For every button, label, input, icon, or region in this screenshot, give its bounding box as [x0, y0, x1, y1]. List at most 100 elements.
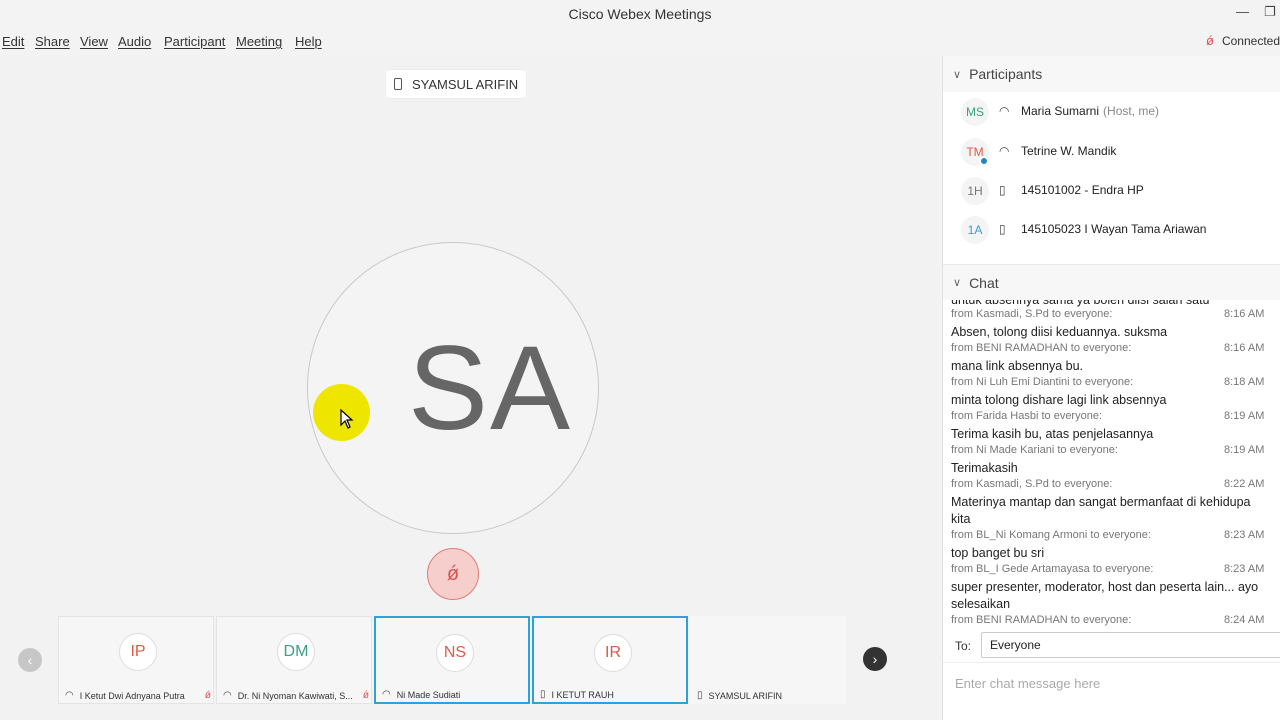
chat-sender: from BL_Ni Komang Armoni to everyone: [951, 529, 1151, 541]
menu-help[interactable]: Help [295, 34, 322, 49]
thumbnail-avatar: NS [436, 634, 474, 672]
participant-name: 145101002 - Endra HP [1021, 183, 1144, 197]
participant-avatar: 1A [961, 216, 989, 244]
connection-status: ǿ Connected [1206, 33, 1280, 48]
chevron-left-icon: ‹ [27, 652, 33, 668]
menu-audio[interactable]: Audio [118, 34, 151, 49]
phone-icon: ▯ [999, 222, 1006, 236]
chat-sender: from Ni Made Kariani to everyone: [951, 444, 1118, 456]
chat-text: mana link absennya bu. [951, 359, 1084, 373]
headset-icon: ◠ [999, 104, 1010, 118]
muted-mic-icon: ǿ [446, 562, 460, 585]
chat-input-area [943, 662, 1280, 720]
chat-text: Terimakasih [951, 461, 1018, 475]
chat-to-label: To: [955, 639, 972, 653]
chat-message: from Kasmadi, S.Pd to everyone: 8:22 AM M… [951, 478, 1279, 528]
title-bar: Cisco Webex Meetings — ❐ [0, 0, 1280, 28]
participant-row[interactable]: TM ◠ Tetrine W. Mandik [943, 132, 1280, 172]
muted-mic-icon: ǿ [362, 690, 369, 701]
participant-thumbnails: IP ◠ I Ketut Dwi Adnyana Putra ǿ DM ◠ Dr. N… [58, 616, 850, 704]
minimize-button[interactable]: — [1236, 4, 1249, 19]
mouse-cursor-icon [340, 409, 354, 429]
chat-header[interactable]: ∨ Chat [943, 264, 1280, 300]
chat-text: selesaikan [951, 597, 1011, 611]
phone-icon: ▯ [999, 183, 1006, 197]
chat-time: 8:19 AM [1224, 444, 1265, 456]
chat-sender: from Kasmadi, S.Pd to everyone: [951, 308, 1113, 320]
thumbnails-prev-button[interactable]: ‹ [18, 648, 42, 672]
thumbnail-tile[interactable]: DM ◠ Dr. Ni Nyoman Kawiwati, S... ǿ [216, 616, 372, 704]
chat-text: super presenter, moderator, host dan pes… [951, 580, 1259, 594]
connection-status-text: Connected [1221, 34, 1280, 48]
active-speaker-name: SYAMSUL ARIFIN [412, 76, 519, 92]
participant-row[interactable]: MS ◠ Maria Sumarni (Host, me) [943, 92, 1280, 132]
thumbnail-tile[interactable]: IR ▯ I KETUT RAUH [532, 616, 688, 704]
phone-icon: ▯ [540, 689, 546, 700]
participants-title: Participants [969, 66, 1043, 82]
chat-sender: from Farida Hasbi to everyone: [951, 410, 1103, 422]
chevron-down-icon: ∨ [953, 277, 962, 289]
participant-row[interactable]: 1H ▯ 145101002 - Endra HP [943, 171, 1280, 211]
thumbnail-name: Ni Made Sudiati [396, 689, 461, 700]
chat-text: Materinya mantap dan sangat bermanfaat d… [951, 495, 1251, 509]
chat-messages[interactable]: untuk absennya sama ya boleh diisi salah… [943, 300, 1280, 630]
thumbnail-tile[interactable]: NS ◠ Ni Made Sudiati [374, 616, 530, 704]
thumbnail-tile[interactable]: ▯ SYAMSUL ARIFIN [690, 616, 846, 704]
chat-sender: from BENI RAMADHAN to everyone: [951, 342, 1132, 354]
chat-time: 8:16 AM [1224, 308, 1265, 320]
chat-time: 8:23 AM [1224, 529, 1265, 541]
headset-icon: ◠ [382, 689, 391, 700]
thumbnail-tile[interactable]: IP ◠ I Ketut Dwi Adnyana Putra ǿ [58, 616, 214, 704]
chat-time: 8:18 AM [1224, 376, 1265, 388]
chat-text: top banget bu sri [951, 546, 1045, 560]
phone-icon [394, 78, 402, 90]
chat-sender: from BL_I Gede Artamayasa to everyone: [951, 563, 1154, 575]
chat-text: Absen, tolong diisi keduannya. suksma [951, 325, 1168, 339]
chat-message: from Farida Hasbi to everyone: 8:19 AM Te… [951, 410, 1279, 443]
participants-header[interactable]: ∨ Participants [943, 56, 1280, 92]
thumbnail-name: Dr. Ni Nyoman Kawiwati, S... [237, 690, 353, 701]
headset-icon: ◠ [65, 690, 74, 701]
chevron-down-icon: ∨ [953, 68, 962, 81]
chat-time: 8:22 AM [1224, 478, 1265, 490]
thumbnails-next-button[interactable]: › [863, 647, 887, 671]
chat-sender: from Kasmadi, S.Pd to everyone: [951, 478, 1113, 490]
video-status-icon [979, 156, 989, 166]
thumbnail-name: SYAMSUL ARIFIN [708, 690, 783, 701]
menu-edit[interactable]: Edit [2, 34, 24, 49]
mute-button[interactable]: ǿ [427, 548, 479, 600]
chat-message-input[interactable] [955, 673, 1275, 693]
maximize-button[interactable]: ❐ [1264, 4, 1276, 20]
chat-time: 8:24 AM [1224, 614, 1265, 626]
participant-avatar: MS [961, 98, 989, 126]
chat-recipient-select[interactable]: Everyone [981, 632, 1280, 658]
participant-row[interactable]: 1A ▯ 145105023 I Wayan Tama Ariawan [943, 210, 1280, 250]
chat-message: from BL_I Gede Artamayasa to everyone: 8:… [951, 563, 1279, 613]
chat-text: Terima kasih bu, atas penjelasannya [951, 427, 1154, 441]
menu-view[interactable]: View [80, 34, 108, 49]
menu-share[interactable]: Share [35, 34, 70, 49]
chat-message: from BENI RAMADHAN to everyone: 8:24 AM [951, 614, 1279, 630]
chat-text: minta tolong dishare lagi link absennya [951, 393, 1167, 407]
thumbnail-avatar: DM [277, 633, 315, 671]
menu-meeting[interactable]: Meeting [236, 34, 282, 49]
chat-title: Chat [969, 274, 999, 291]
participant-name: 145105023 I Wayan Tama Ariawan [1021, 222, 1207, 236]
video-stage: SYAMSUL ARIFIN SA ǿ ‹ IP ◠ I Ketut Dwi Ad… [0, 56, 940, 720]
chat-recipient-row: To: Everyone [943, 632, 1280, 660]
muted-mic-icon: ǿ [1206, 33, 1214, 48]
headset-icon: ◠ [999, 144, 1010, 158]
window-title: Cisco Webex Meetings [568, 6, 712, 22]
chevron-right-icon: › [872, 651, 878, 667]
thumbnail-name: I Ketut Dwi Adnyana Putra [79, 690, 185, 701]
participant-name: Tetrine W. Mandik [1021, 144, 1117, 158]
phone-icon: ▯ [697, 690, 703, 701]
menu-participant[interactable]: Participant [164, 34, 225, 49]
participant-avatar: 1H [961, 177, 989, 205]
avatar-initials: SA [407, 321, 573, 455]
active-speaker-tag: SYAMSUL ARIFIN [386, 70, 527, 98]
thumbnail-name: I KETUT RAUH [551, 689, 614, 700]
chat-time: 8:16 AM [1224, 342, 1265, 354]
menu-bar: Edit Share View Audio Participant Meetin… [0, 28, 1280, 56]
chat-message: from Kasmadi, S.Pd to everyone: 8:16 AM A… [951, 308, 1279, 341]
